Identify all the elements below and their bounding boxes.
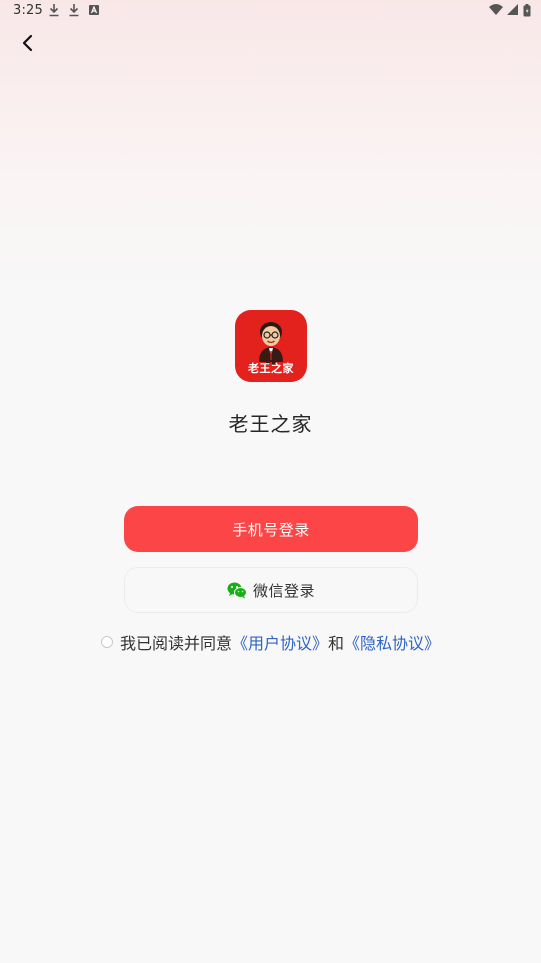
app-logo: 老王之家 — [235, 310, 307, 382]
agreement-conjunction: 和 — [328, 634, 345, 653]
agreement-checkbox[interactable] — [100, 636, 113, 648]
download-icon — [49, 4, 59, 17]
privacy-policy-link[interactable]: 《隐私协议》 — [344, 630, 440, 654]
phone-login-label: 手机号登录 — [232, 520, 310, 539]
status-time: 3:25 — [13, 3, 43, 18]
wechat-login-button[interactable]: 微信登录 — [124, 567, 418, 613]
font-icon — [89, 5, 99, 15]
chevron-left-icon — [22, 34, 33, 52]
agreement-prefix: 我已阅读并同意 — [119, 634, 232, 653]
download-icon — [69, 4, 79, 17]
app-title: 老王之家 — [228, 412, 313, 436]
phone-login-button[interactable]: 手机号登录 — [124, 506, 418, 552]
agreement-row: 我已阅读并同意 《用户协议》 和 《隐私协议》 — [0, 631, 541, 653]
wechat-login-label: 微信登录 — [252, 581, 315, 600]
wifi-icon — [489, 4, 503, 15]
logo-text: 老王之家 — [248, 362, 294, 375]
status-bar: 3:25 — [0, 0, 541, 22]
back-button[interactable] — [12, 28, 44, 58]
user-agreement-link[interactable]: 《用户协议》 — [232, 630, 328, 654]
wechat-icon — [227, 582, 247, 598]
battery-icon — [523, 3, 531, 16]
signal-icon — [507, 4, 518, 15]
